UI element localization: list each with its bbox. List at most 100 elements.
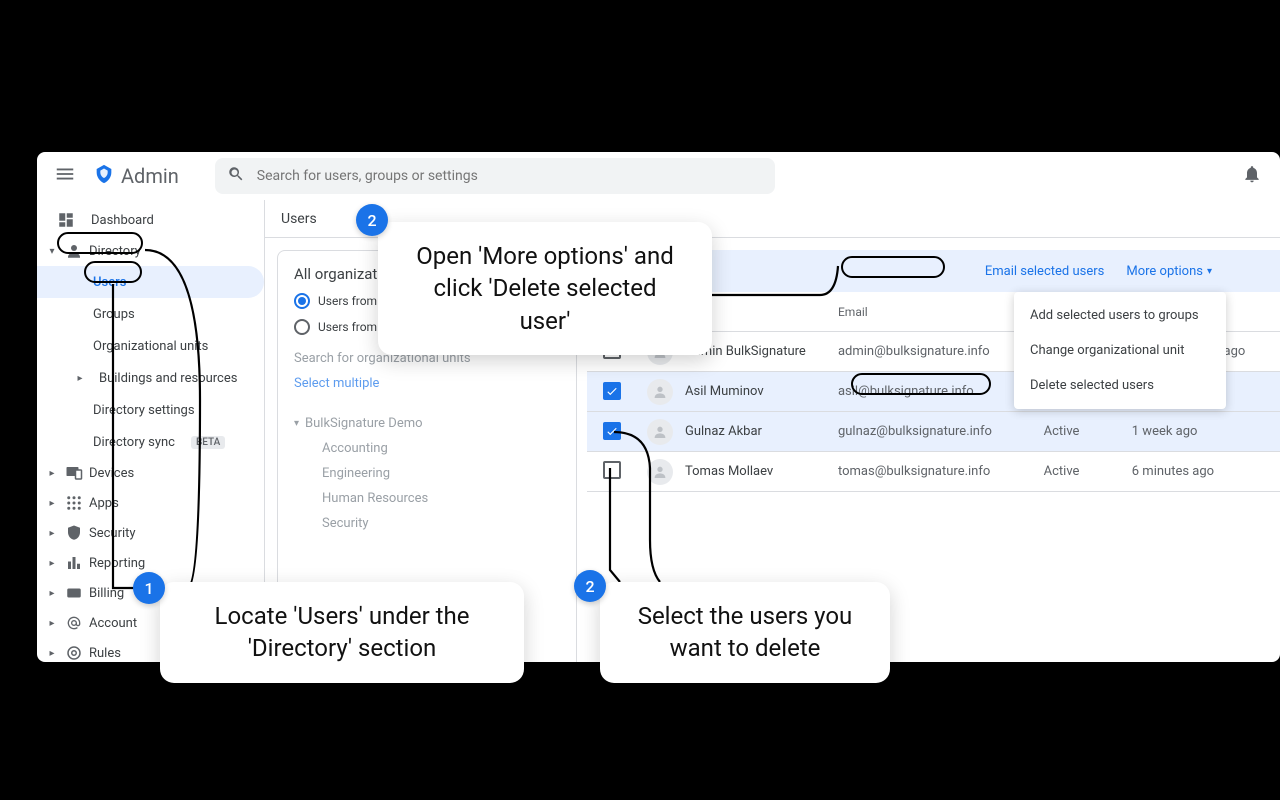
devices-icon — [65, 464, 83, 482]
sidebar-label: Directory — [89, 244, 141, 259]
sidebar-item-buildings[interactable]: ▸ Buildings and resources — [37, 362, 264, 394]
avatar — [647, 459, 673, 485]
row-checkbox[interactable] — [603, 422, 621, 440]
user-status: Active — [1044, 424, 1132, 439]
hamburger-menu-button[interactable] — [45, 156, 85, 196]
sidebar-label: Account — [89, 616, 137, 631]
org-tree-child[interactable]: Human Resources — [294, 486, 560, 511]
sidebar-label: Security — [89, 526, 136, 541]
app-logo: Admin — [93, 163, 179, 190]
email-selected-button[interactable]: Email selected users — [985, 264, 1104, 279]
row-checkbox[interactable] — [603, 382, 621, 400]
callout-text: Open 'More options' and click 'Delete se… — [416, 242, 674, 335]
avatar — [647, 379, 673, 405]
user-status: Active — [1044, 464, 1132, 479]
sidebar-label: Users — [93, 275, 126, 290]
sidebar-item-users[interactable]: Users — [37, 266, 264, 298]
org-tree-child[interactable]: Security — [294, 511, 560, 536]
dropdown-delete-users[interactable]: Delete selected users — [1014, 368, 1226, 403]
dropdown-add-to-groups[interactable]: Add selected users to groups — [1014, 298, 1226, 333]
sidebar-label: Buildings and resources — [99, 371, 237, 386]
at-icon — [65, 614, 83, 632]
dropdown-change-ou[interactable]: Change organizational unit — [1014, 333, 1226, 368]
shield-icon — [65, 524, 83, 542]
sidebar-item-directory[interactable]: ▾ Directory — [37, 236, 264, 266]
sidebar-item-directory-sync[interactable]: Directory syncBETA — [37, 426, 264, 458]
search-input[interactable] — [255, 167, 763, 185]
sidebar-label: Apps — [89, 496, 119, 511]
callout-text: Select the users you want to delete — [638, 602, 853, 662]
caret-right-icon: ▸ — [45, 648, 59, 659]
more-options-label: More options — [1126, 264, 1203, 279]
app-name: Admin — [121, 164, 179, 188]
caret-right-icon: ▸ — [45, 618, 59, 629]
user-name: Gulnaz Akbar — [685, 424, 762, 439]
user-email: tomas@bulksignature.info — [838, 464, 1044, 479]
search-icon — [227, 165, 245, 187]
sidebar-item-directory-settings[interactable]: Directory settings — [37, 394, 264, 426]
sidebar-item-org-units[interactable]: Organizational units — [37, 330, 264, 362]
col-email[interactable]: Email — [838, 305, 1044, 319]
user-email: gulnaz@bulksignature.info — [838, 424, 1044, 439]
sidebar-label: Dashboard — [91, 213, 154, 228]
sidebar-label: Devices — [89, 466, 134, 481]
org-tree-child[interactable]: Engineering — [294, 461, 560, 486]
table-row[interactable]: Gulnaz Akbar gulnaz@bulksignature.infoAct… — [587, 412, 1280, 452]
chart-icon — [65, 554, 83, 572]
org-tree-root[interactable]: ▾ BulkSignature Demo — [294, 411, 560, 436]
sidebar-item-dashboard[interactable]: Dashboard — [37, 204, 264, 236]
callout-badge-1: 1 — [133, 572, 165, 604]
sidebar-label: Directory sync — [93, 435, 175, 450]
billing-icon — [65, 584, 83, 602]
callout-text: Locate 'Users' under the 'Directory' sec… — [215, 602, 470, 662]
chevron-down-icon: ▾ — [1207, 266, 1212, 277]
row-checkbox[interactable] — [603, 461, 621, 479]
radio-on-icon — [294, 293, 310, 309]
caret-right-icon: ▸ — [45, 558, 59, 569]
sidebar-item-groups[interactable]: Groups — [37, 298, 264, 330]
callout-1: Locate 'Users' under the 'Directory' sec… — [160, 582, 524, 683]
dashboard-icon — [57, 211, 75, 229]
sidebar-label: Organizational units — [93, 339, 208, 354]
person-icon — [65, 242, 83, 260]
caret-right-icon: ▸ — [75, 373, 85, 384]
breadcrumb-text: Users — [281, 211, 317, 227]
bell-icon — [1242, 164, 1262, 188]
more-options-button[interactable]: More options ▾ — [1126, 264, 1212, 279]
user-email: asil@bulksignature.info — [838, 384, 1044, 399]
caret-down-icon: ▾ — [294, 418, 299, 429]
avatar — [647, 419, 673, 445]
user-name: Asil Muminov — [685, 384, 764, 399]
caret-down-icon: ▾ — [45, 246, 59, 257]
sidebar-item-security[interactable]: ▸ Security — [37, 518, 264, 548]
admin-logo-icon — [93, 163, 115, 190]
user-name: Tomas Mollaev — [685, 464, 773, 479]
sidebar-label: Groups — [93, 307, 135, 322]
org-root-label: BulkSignature Demo — [305, 416, 423, 431]
global-search[interactable] — [215, 158, 775, 194]
callout-badge-2a: 2 — [356, 204, 388, 236]
org-tree-child[interactable]: Accounting — [294, 436, 560, 461]
sidebar-label: Directory settings — [93, 403, 195, 418]
sidebar-label: Rules — [89, 646, 121, 661]
user-email: admin@bulksignature.info — [838, 344, 1044, 359]
user-last-signin: 6 minutes ago — [1132, 464, 1264, 479]
notifications-button[interactable] — [1232, 156, 1272, 196]
caret-right-icon: ▸ — [45, 588, 59, 599]
menu-icon — [54, 163, 76, 189]
select-multiple-link[interactable]: Select multiple — [294, 376, 560, 391]
user-last-signin: 1 week ago — [1132, 424, 1264, 439]
apps-icon — [65, 494, 83, 512]
caret-right-icon: ▸ — [45, 468, 59, 479]
app-header: Admin — [37, 152, 1280, 200]
caret-right-icon: ▸ — [45, 528, 59, 539]
target-icon — [65, 644, 83, 662]
table-row[interactable]: Tomas Mollaev tomas@bulksignature.infoAct… — [587, 452, 1280, 492]
sidebar-item-devices[interactable]: ▸ Devices — [37, 458, 264, 488]
callout-badge-2b: 2 — [574, 570, 606, 602]
sidebar-item-apps[interactable]: ▸ Apps — [37, 488, 264, 518]
caret-right-icon: ▸ — [45, 498, 59, 509]
org-tree: ▾ BulkSignature Demo Accounting Engineeri… — [294, 401, 560, 536]
more-options-dropdown: Add selected users to groups Change orga… — [1014, 292, 1226, 409]
sidebar-label: Reporting — [89, 556, 145, 571]
